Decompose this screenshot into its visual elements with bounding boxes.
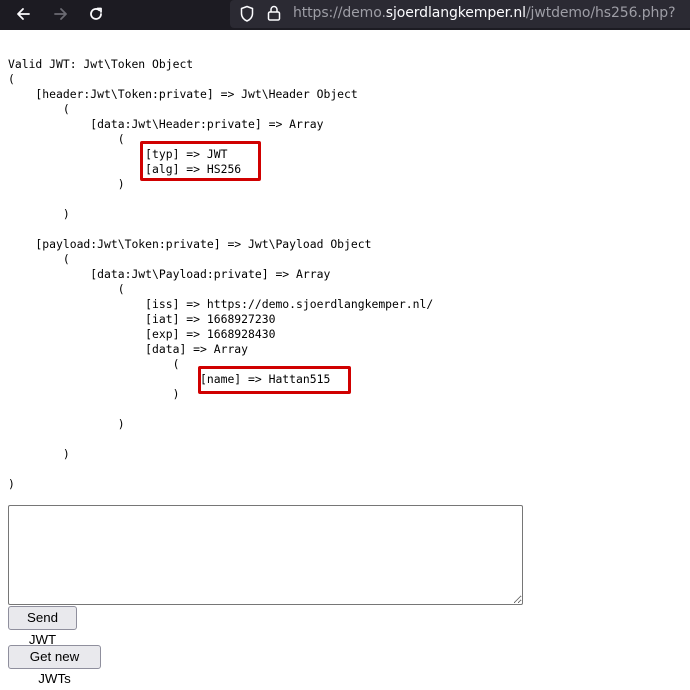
- dump-line: (: [8, 357, 180, 371]
- send-jwt-button[interactable]: Send JWT: [8, 606, 77, 647]
- dump-line: Valid JWT: Jwt\Token Object: [8, 57, 194, 71]
- arrow-left-icon: [17, 8, 30, 20]
- shield-icon[interactable]: [239, 5, 255, 23]
- dump-line: [data:Jwt\Payload:private] => Array: [8, 267, 331, 281]
- url-path: /jwtdemo/hs256.php?: [525, 5, 676, 21]
- dump-line: (: [8, 72, 15, 86]
- dump-line: ): [8, 177, 125, 191]
- dump-line: [iss] => https://demo.sjoerdlangkemper.n…: [8, 297, 434, 311]
- forward-button[interactable]: [46, 0, 76, 28]
- dump-line: [exp] => 1668928430: [8, 327, 276, 341]
- dump-line: (: [8, 132, 125, 146]
- dump-line: ): [8, 477, 15, 491]
- header-highlight-box: [140, 141, 261, 181]
- dump-line: [data] => Array: [8, 342, 249, 356]
- dump-line: [data:Jwt\Header:private] => Array: [8, 117, 324, 131]
- dump-line: ): [8, 417, 125, 431]
- dump-line: ): [8, 387, 180, 401]
- dump-line: [iat] => 1668927230: [8, 312, 276, 326]
- arrow-right-icon: [54, 8, 67, 20]
- jwt-dump-output: Valid JWT: Jwt\Token Object ( [header:Jw…: [8, 57, 433, 492]
- url-text[interactable]: https://demo.sjoerdlangkemper.nl/jwtdemo…: [293, 5, 676, 21]
- lock-icon[interactable]: [266, 4, 282, 22]
- name-highlight-box: [198, 366, 351, 394]
- dump-line: [header:Jwt\Token:private] => Jwt\Header…: [8, 87, 358, 101]
- dump-line: (: [8, 102, 70, 116]
- back-button[interactable]: [8, 0, 38, 28]
- url-host: sjoerdlangkemper.nl: [385, 5, 526, 21]
- url-prefix: https://demo.: [293, 5, 386, 21]
- dump-line: (: [8, 252, 70, 266]
- browser-toolbar: https://demo.sjoerdlangkemper.nl/jwtdemo…: [0, 0, 690, 30]
- dump-line: (: [8, 282, 125, 296]
- reload-icon: [90, 7, 102, 20]
- jwt-input[interactable]: [8, 505, 523, 605]
- reload-button[interactable]: [81, 0, 111, 28]
- dump-line: ): [8, 207, 70, 221]
- get-new-jwts-button[interactable]: Get new JWTs: [8, 645, 101, 686]
- dump-line: ): [8, 447, 70, 461]
- dump-line: [payload:Jwt\Token:private] => Jwt\Paylo…: [8, 237, 372, 251]
